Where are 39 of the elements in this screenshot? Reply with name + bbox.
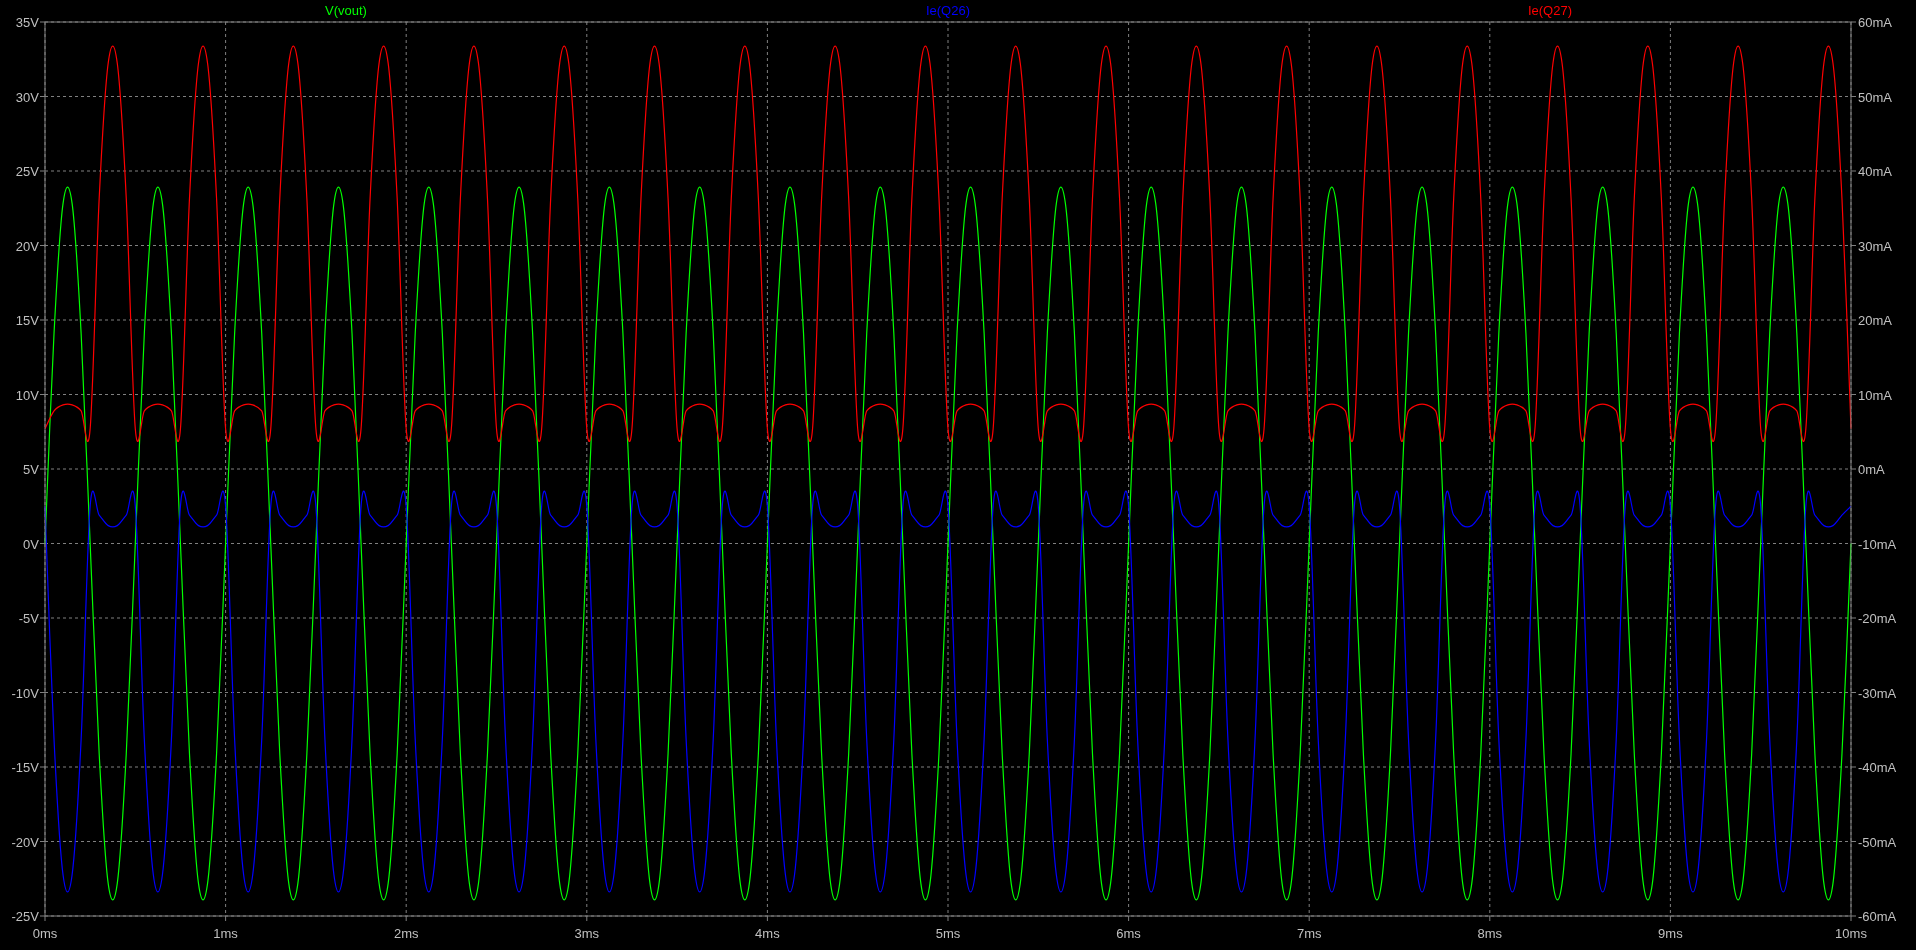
axis-label: 2ms (393, 926, 419, 941)
axis-label: 25V (15, 164, 39, 179)
axis-label: 20mA (1858, 313, 1892, 328)
axis-label: 9ms (1658, 926, 1683, 941)
axis-label: -20mA (1858, 611, 1897, 626)
axis-label: 0ms (32, 926, 58, 941)
axis-label: -25V (11, 909, 39, 924)
axis-label: 30mA (1858, 238, 1892, 254)
axis-label: 10ms (1835, 926, 1867, 941)
axis-label: 1ms (213, 926, 238, 941)
axis-label: -30mA (1858, 685, 1897, 701)
axis-label: 7ms (1296, 926, 1322, 941)
axis-label: -10mA (1858, 536, 1897, 552)
axis-label: -50mA (1858, 834, 1897, 850)
axis-label: 30V (15, 89, 39, 105)
axis-label: 0V (23, 536, 39, 552)
axis-label: 15V (15, 313, 39, 328)
axis-label: 50mA (1858, 89, 1892, 105)
trace-label[interactable]: V(vout) (325, 3, 367, 18)
axis-label: 10V (15, 387, 39, 403)
axis-label: -40mA (1858, 760, 1897, 775)
axis-label: -60mA (1858, 909, 1897, 924)
axis-label: 5ms (935, 926, 961, 941)
axis-label: -10V (11, 685, 39, 701)
axis-label: 35V (15, 15, 39, 30)
axis-label: 3ms (574, 926, 600, 941)
axis-label: 60mA (1858, 15, 1892, 30)
axis-label: 4ms (755, 926, 780, 941)
axis-label: -15V (11, 760, 39, 775)
axis-label: 8ms (1477, 926, 1503, 941)
trace-label[interactable]: Ie(Q27) (1527, 3, 1573, 18)
axis-label: 6ms (1116, 926, 1141, 941)
axis-label: 10mA (1858, 387, 1892, 403)
axis-label: -20V (11, 834, 39, 850)
axis-label: 0mA (1858, 462, 1885, 477)
axis-label: 5V (23, 462, 39, 477)
axis-label: 20V (15, 238, 39, 254)
axis-label: -5V (18, 611, 39, 626)
axis-label: 40mA (1858, 164, 1892, 179)
